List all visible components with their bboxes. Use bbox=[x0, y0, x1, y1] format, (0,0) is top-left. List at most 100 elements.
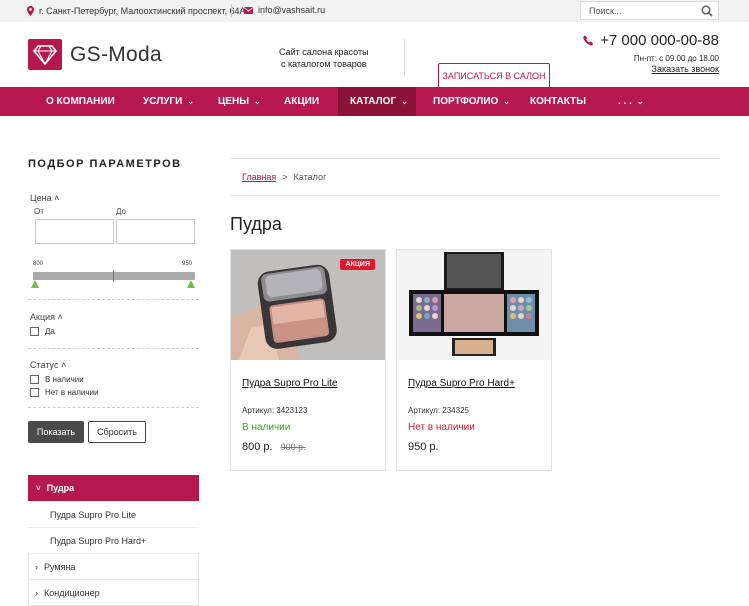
breadcrumb-separator: > bbox=[282, 172, 288, 182]
product-card[interactable]: АКЦИЯ Пудра Supro Pro Lite Артикул: 3423… bbox=[230, 249, 386, 471]
breadcrumb-current: Каталог bbox=[293, 172, 327, 182]
category-item-blush[interactable]: › Румяна bbox=[28, 554, 199, 580]
tagline-line-2: с каталогом товаров bbox=[280, 59, 367, 69]
product-name-link[interactable]: Пудра Supro Pro Lite bbox=[242, 378, 338, 389]
product-name-link[interactable]: Пудра Supro Pro Hard+ bbox=[408, 378, 515, 389]
site-header: GS-Moda Сайт салона красоты с каталогом … bbox=[0, 22, 749, 89]
search-icon[interactable] bbox=[701, 5, 713, 17]
in-stock-checkbox[interactable] bbox=[30, 375, 39, 384]
to-label: До bbox=[116, 207, 126, 216]
nav-item-prices[interactable]: ЦЕНЫ ⌄ bbox=[206, 87, 273, 116]
nav-label: КОНТАКТЫ bbox=[530, 96, 587, 107]
caret-up-icon: ˄ bbox=[54, 193, 60, 203]
chevron-right-icon: › bbox=[35, 587, 38, 598]
nav-label: АКЦИИ bbox=[284, 96, 320, 107]
tagline-line-1: Сайт салона красоты bbox=[279, 47, 369, 57]
product-sku: Артикул: 3423123 bbox=[242, 406, 308, 415]
slider-max-handle[interactable] bbox=[187, 280, 195, 288]
phone-icon bbox=[583, 35, 594, 46]
chevron-down-icon: ⌄ bbox=[503, 97, 510, 106]
out-of-stock-checkbox[interactable] bbox=[30, 388, 39, 397]
nav-label: ЦЕНЫ bbox=[218, 96, 249, 107]
breadcrumb: Главная > Каталог bbox=[242, 172, 326, 182]
chevron-down-icon: ˅ bbox=[36, 483, 41, 493]
price-filter-toggle[interactable]: Цена ˄ bbox=[30, 193, 59, 203]
category-item-powder[interactable]: ˅ Пудра bbox=[28, 475, 199, 502]
search-box[interactable] bbox=[580, 1, 719, 20]
working-hours: Пн-пт: с 09.00 до 18.00 bbox=[633, 54, 719, 63]
nav-item-catalog[interactable]: КАТАЛОГ ⌄ bbox=[338, 87, 416, 116]
slider-midpoint bbox=[113, 270, 114, 282]
price-slider-track[interactable] bbox=[33, 272, 195, 280]
filter-title: ПОДБОР ПАРАМЕТРОВ bbox=[28, 158, 182, 170]
slider-max-value: 950 bbox=[182, 261, 193, 267]
subcategory-item[interactable]: Пудра Supro Pro Lite bbox=[28, 502, 199, 528]
nav-label: КАТАЛОГ bbox=[350, 96, 397, 107]
product-sku: Артикул: 234325 bbox=[408, 406, 469, 415]
nav-label: . . . bbox=[618, 96, 632, 107]
product-card[interactable]: Пудра Supro Pro Hard+ Артикул: 234325 Не… bbox=[396, 249, 552, 471]
logo[interactable]: GS-Moda bbox=[28, 39, 162, 70]
email-link[interactable]: info@vashsait.ru bbox=[258, 5, 325, 15]
old-price: 900 р. bbox=[280, 442, 306, 452]
slider-min-handle[interactable] bbox=[31, 280, 39, 288]
nav-item-portfolio[interactable]: ПОРТФОЛИО ⌄ bbox=[421, 87, 522, 116]
category-label: Кондиционер bbox=[44, 587, 100, 598]
nav-item-contacts[interactable]: КОНТАКТЫ bbox=[518, 87, 598, 116]
stock-status: В наличии bbox=[242, 422, 291, 433]
product-image[interactable] bbox=[397, 250, 551, 360]
promo-filter-toggle[interactable]: Акция ˄ bbox=[30, 312, 63, 322]
out-of-stock-label: Нет в наличии bbox=[45, 388, 99, 397]
product-image[interactable]: АКЦИЯ bbox=[231, 250, 385, 360]
subcategory-item[interactable]: Пудра Supro Pro Hard+ bbox=[28, 528, 199, 554]
diamond-logo-icon bbox=[28, 39, 62, 70]
show-button[interactable]: Показать bbox=[28, 421, 84, 443]
nav-item-promos[interactable]: АКЦИИ bbox=[272, 87, 331, 116]
status-filter-toggle[interactable]: Статус ˄ bbox=[30, 360, 66, 370]
price-from-input[interactable] bbox=[35, 219, 114, 244]
price-block: 800 р. 900 р. bbox=[242, 441, 306, 453]
reset-button[interactable]: Сбросить bbox=[88, 421, 146, 443]
stock-status: Нет в наличии bbox=[408, 422, 475, 433]
breadcrumb-home-link[interactable]: Главная bbox=[242, 172, 276, 182]
callback-link[interactable]: Заказать звонок bbox=[652, 64, 719, 74]
nav-label: УСЛУГИ bbox=[143, 96, 183, 107]
email-block[interactable]: info@vashsait.ru bbox=[244, 5, 325, 15]
category-label: Румяна bbox=[44, 561, 76, 572]
from-label: От bbox=[34, 207, 44, 216]
divider bbox=[28, 407, 199, 408]
status-label: Статус bbox=[30, 360, 59, 370]
phone-number[interactable]: +7 000 000-00-88 bbox=[600, 32, 719, 49]
current-price: 800 р. bbox=[242, 441, 273, 453]
nav-label: ПОРТФОЛИО bbox=[433, 96, 499, 107]
promo-yes-label: Да bbox=[45, 327, 55, 336]
price-to-input[interactable] bbox=[116, 219, 195, 244]
divider bbox=[28, 348, 199, 349]
nav-item-more[interactable]: . . . ⌄ bbox=[606, 87, 656, 116]
logo-text: GS-Moda bbox=[70, 42, 162, 66]
chevron-right-icon: › bbox=[35, 561, 38, 572]
divider bbox=[231, 4, 232, 17]
promo-label: Акция bbox=[30, 312, 55, 322]
filter-panel: ПОДБОР ПАРАМЕТРОВ Цена ˄ От До 800 950 А… bbox=[28, 158, 199, 443]
chevron-down-icon: ⌄ bbox=[187, 97, 194, 106]
divider bbox=[28, 299, 199, 300]
chevron-down-icon: ⌄ bbox=[636, 97, 644, 106]
category-menu: ˅ Пудра Пудра Supro Pro Lite Пудра Supro… bbox=[28, 475, 199, 606]
address-block: г. Санкт-Петербург, Малоохтинский проспе… bbox=[27, 6, 246, 16]
header-divider bbox=[404, 39, 405, 76]
price-block: 950 р. bbox=[408, 441, 439, 453]
nav-item-about[interactable]: О КОМПАНИИ bbox=[34, 87, 127, 116]
signup-button[interactable]: ЗАПИСАТЬСЯ В САЛОН bbox=[438, 63, 550, 89]
divider bbox=[230, 195, 720, 196]
slider-min-value: 800 bbox=[33, 261, 44, 267]
category-item-conditioner[interactable]: › Кондиционер bbox=[28, 580, 199, 606]
promo-yes-checkbox[interactable] bbox=[30, 327, 39, 336]
search-input[interactable] bbox=[581, 5, 691, 16]
current-price: 950 р. bbox=[408, 441, 439, 453]
phone-block[interactable]: +7 000 000-00-88 bbox=[583, 32, 719, 49]
subcategory-label: Пудра Supro Pro Hard+ bbox=[50, 535, 147, 546]
nav-label: О КОМПАНИИ bbox=[46, 96, 115, 107]
chevron-down-icon: ⌄ bbox=[254, 97, 261, 106]
nav-item-services[interactable]: УСЛУГИ ⌄ bbox=[131, 87, 206, 116]
